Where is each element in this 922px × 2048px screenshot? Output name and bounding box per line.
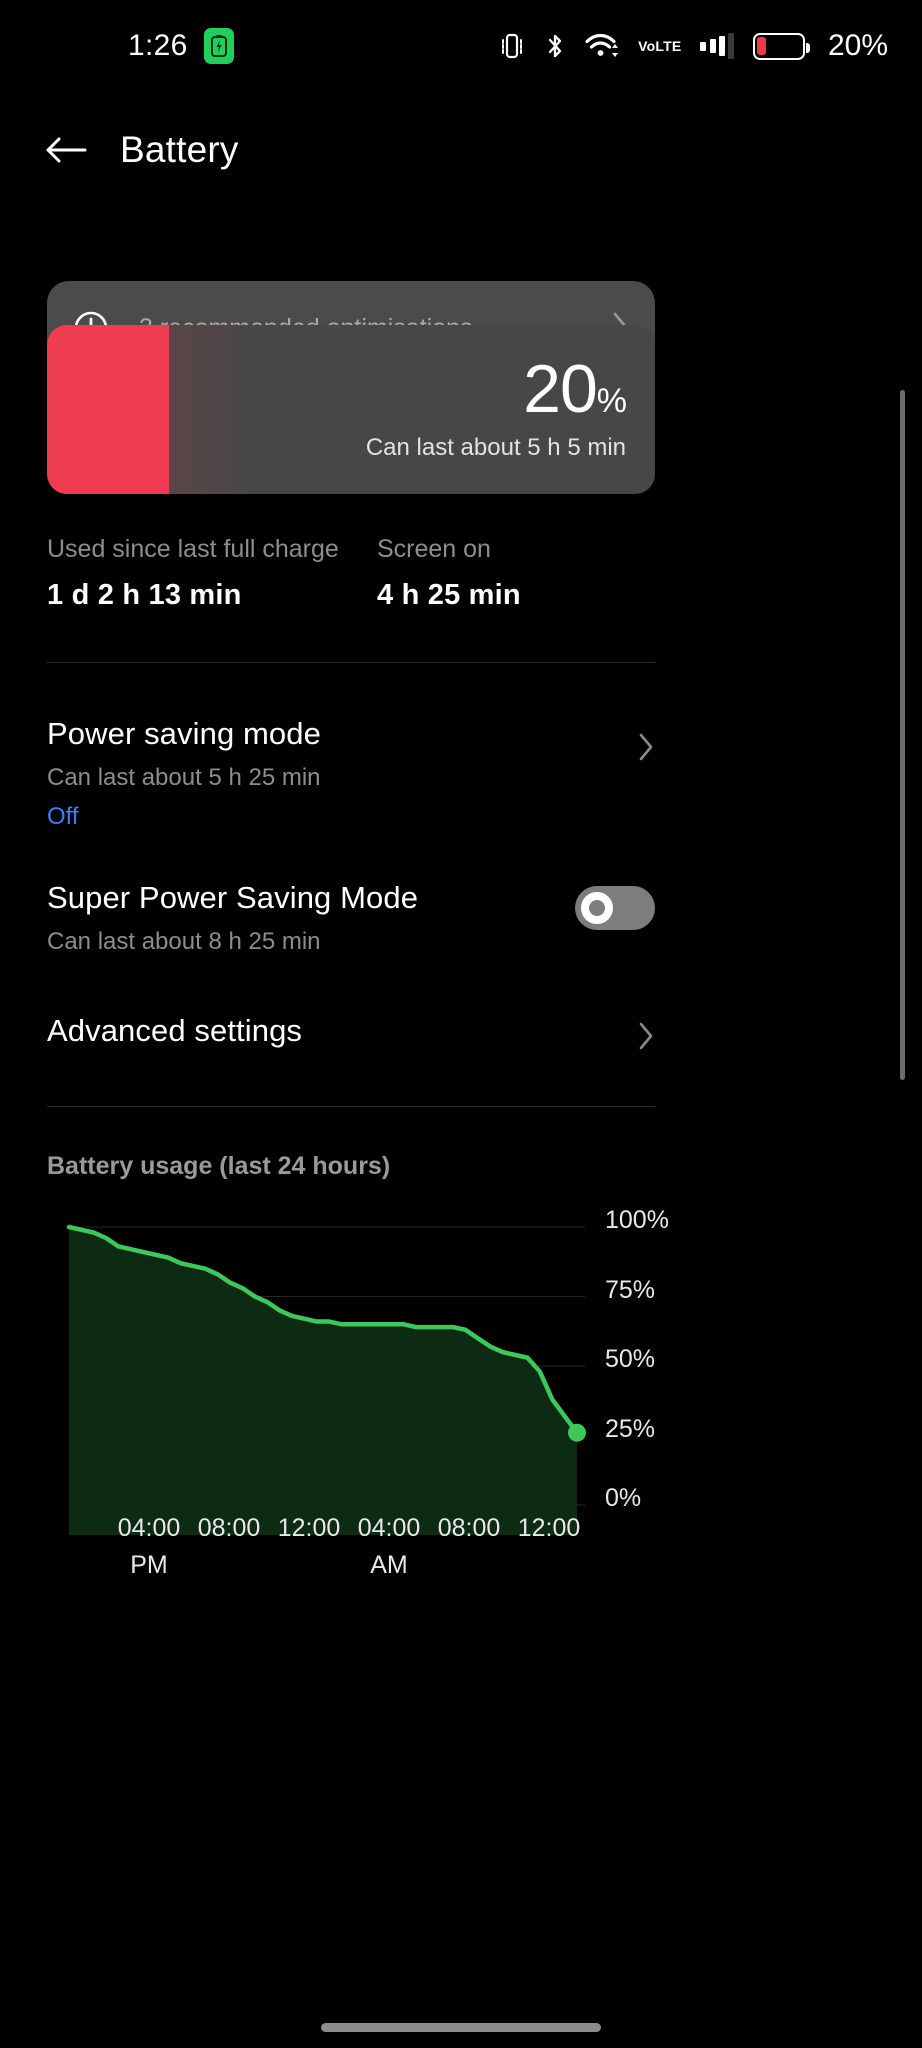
battery-icon xyxy=(752,32,810,60)
battery-percent-symbol: % xyxy=(596,381,627,420)
chart-x-tick-time: 12:00 xyxy=(517,1514,581,1542)
toggle-knob xyxy=(581,892,613,924)
volte-top-text: Vo xyxy=(638,37,656,54)
row-subtitle: Can last about 5 h 25 min xyxy=(47,764,321,791)
green-battery-chip-icon xyxy=(203,28,234,64)
chart-x-tick-meridiem: PM xyxy=(130,1551,168,1579)
stat-label: Used since last full charge xyxy=(47,535,339,563)
battery-percent-large: 20% xyxy=(366,355,627,423)
chart-y-axis-labels: 0% 25% 50% 75% 100% xyxy=(605,1206,725,1512)
battery-level-card: 20% Can last about 5 h 5 min xyxy=(47,325,655,494)
volte-bottom-text: LTE xyxy=(655,37,682,54)
battery-usage-chart xyxy=(47,1215,887,1535)
chart-y-tick-label: 0% xyxy=(605,1484,642,1512)
battery-settings-screen: 1:26 Vo LTE 20% Battery 20% Can last abo… xyxy=(0,0,922,2048)
divider xyxy=(47,1106,655,1107)
status-clock: 1:26 xyxy=(128,29,188,62)
page-title: Battery xyxy=(120,129,239,170)
bluetooth-icon xyxy=(544,32,566,60)
chart-x-tick-meridiem: AM xyxy=(370,1551,408,1579)
chart-y-tick-label: 50% xyxy=(605,1345,656,1373)
row-super-power-saving-mode[interactable]: Super Power Saving Mode Can last about 8… xyxy=(47,880,655,956)
status-bar-left: 1:26 xyxy=(128,28,234,64)
home-indicator[interactable] xyxy=(321,2023,601,2032)
battery-usage-chart-svg xyxy=(66,1224,586,1535)
chevron-right-icon xyxy=(637,1019,655,1058)
battery-level-fade xyxy=(168,325,255,494)
divider xyxy=(47,662,655,663)
stat-label: Screen on xyxy=(377,535,491,563)
super-power-saving-toggle[interactable] xyxy=(575,886,655,930)
stat-screen-on: Screen on 4 h 25 min xyxy=(377,535,521,612)
chart-x-axis-labels: 04:00 PM 08:00 12:00 04:00 AM 08:00 12:00 xyxy=(0,1514,922,1604)
row-advanced-settings[interactable]: Advanced settings xyxy=(47,1013,655,1058)
status-battery-percent: 20% xyxy=(827,29,888,62)
wifi-icon xyxy=(585,32,619,60)
signal-bars-icon xyxy=(700,33,734,59)
row-state: Off xyxy=(47,803,79,830)
chart-y-tick-label: 75% xyxy=(605,1275,656,1304)
battery-stats: Used since last full charge 1 d 2 h 13 m… xyxy=(47,535,687,612)
battery-level-text: 20% Can last about 5 h 5 min xyxy=(365,355,627,463)
back-arrow-icon[interactable] xyxy=(30,114,102,186)
chart-y-tick-label: 100% xyxy=(605,1206,669,1234)
status-bar: 1:26 Vo LTE 20% xyxy=(0,0,922,92)
volte-icon: Vo LTE xyxy=(638,37,682,54)
vibrate-icon xyxy=(499,32,525,60)
stat-value: 1 d 2 h 13 min xyxy=(47,579,242,611)
chevron-right-icon xyxy=(637,730,655,769)
row-subtitle: Can last about 8 h 25 min xyxy=(47,928,321,955)
battery-remaining-text: Can last about 5 h 5 min xyxy=(365,434,626,462)
chart-y-tick-label: 25% xyxy=(605,1414,656,1443)
stat-used-since-full-charge: Used since last full charge 1 d 2 h 13 m… xyxy=(47,535,377,612)
page-scrollbar[interactable] xyxy=(900,390,905,1080)
row-title: Super Power Saving Mode xyxy=(47,880,419,915)
row-title: Power saving mode xyxy=(47,716,321,751)
battery-percent-number: 20 xyxy=(523,350,598,427)
battery-level-fill xyxy=(47,325,169,494)
row-power-saving-mode[interactable]: Power saving mode Can last about 5 h 25 … xyxy=(47,716,655,831)
stat-value: 4 h 25 min xyxy=(377,579,521,611)
status-bar-right: Vo LTE 20% xyxy=(499,29,888,63)
row-title: Advanced settings xyxy=(47,1013,303,1048)
chart-title: Battery usage (last 24 hours) xyxy=(47,1152,391,1180)
app-bar: Battery xyxy=(0,104,922,196)
chart-x-tick-label: 12:00 xyxy=(489,1514,609,1543)
